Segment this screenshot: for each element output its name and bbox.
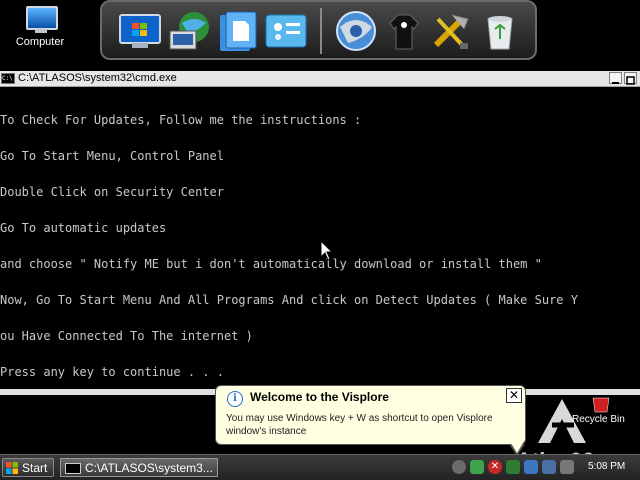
taskbar-item-cmd[interactable]: C:\ATLASOS\system3... bbox=[60, 458, 218, 477]
notification-balloon[interactable]: i Welcome to the Visplore ✕ You may use … bbox=[215, 385, 526, 456]
user-icon[interactable] bbox=[382, 9, 426, 53]
minimize-icon bbox=[612, 82, 619, 84]
cmd-app-icon: C:\ bbox=[1, 73, 15, 84]
info-icon: i bbox=[227, 391, 243, 407]
display-tray-icon[interactable] bbox=[542, 460, 556, 474]
maximize-button[interactable] bbox=[624, 72, 637, 85]
cmd-icon bbox=[65, 463, 81, 474]
balloon-close-button[interactable]: ✕ bbox=[506, 388, 522, 403]
tools-icon[interactable] bbox=[430, 9, 474, 53]
maximize-icon bbox=[626, 76, 635, 85]
dock bbox=[100, 0, 537, 60]
recycle-bin-desktop-icon[interactable] bbox=[590, 395, 612, 413]
taskbar: Start C:\ATLASOS\system3... ✕ 5:08 PM bbox=[0, 454, 640, 480]
web-browser-icon[interactable] bbox=[334, 9, 378, 53]
settings-tray-icon[interactable] bbox=[452, 460, 466, 474]
balloon-message: You may use Windows key + W as shortcut … bbox=[226, 413, 493, 437]
window-title: C:\ATLASOS\system32\cmd.exe bbox=[18, 72, 177, 84]
start-label: Start bbox=[22, 461, 48, 475]
dock-separator bbox=[320, 8, 322, 54]
console-line: Go To automatic updates bbox=[0, 221, 167, 235]
security-tray-icon[interactable] bbox=[470, 460, 484, 474]
console-line: To Check For Updates, Follow me the inst… bbox=[0, 113, 362, 127]
clock[interactable]: 5:08 PM bbox=[588, 461, 625, 472]
mouse-cursor-icon bbox=[320, 240, 334, 261]
desktop-icon-computer[interactable]: Computer bbox=[10, 4, 70, 48]
monitor-tray-icon[interactable] bbox=[524, 460, 538, 474]
balloon-tail-inner bbox=[511, 443, 523, 453]
desktop-icon-label: Computer bbox=[15, 36, 65, 48]
error-tray-icon[interactable]: ✕ bbox=[488, 460, 502, 474]
balloon-title: Welcome to the Visplore bbox=[250, 390, 389, 404]
taskbar-item-label: C:\ATLASOS\system3... bbox=[85, 461, 213, 475]
cmd-titlebar[interactable]: C:\ C:\ATLASOS\system32\cmd.exe bbox=[0, 71, 640, 87]
windows-desktop-icon[interactable] bbox=[118, 9, 162, 53]
console-line: Double Click on Security Center bbox=[0, 185, 224, 199]
internet-globe-icon[interactable] bbox=[168, 9, 212, 53]
minimize-button[interactable] bbox=[609, 72, 622, 84]
recycle-bin-icon[interactable] bbox=[478, 9, 522, 53]
recycle-bin-label[interactable]: Recycle Bin bbox=[572, 414, 625, 425]
documents-icon[interactable] bbox=[216, 9, 260, 53]
network-tray-icon[interactable] bbox=[506, 460, 520, 474]
cmd-window[interactable]: C:\ C:\ATLASOS\system32\cmd.exe To Check… bbox=[0, 71, 640, 395]
volume-tray-icon[interactable] bbox=[560, 460, 574, 474]
console-line: ou Have Connected To The internet ) bbox=[0, 329, 253, 343]
windows-logo-icon bbox=[6, 462, 18, 474]
console-line: Go To Start Menu, Control Panel bbox=[0, 149, 224, 163]
console-line: Now, Go To Start Menu And All Programs A… bbox=[0, 293, 578, 307]
start-button[interactable]: Start bbox=[2, 458, 54, 477]
system-tray: ✕ 5:08 PM bbox=[448, 457, 638, 478]
control-panel-icon[interactable] bbox=[264, 9, 308, 53]
computer-icon bbox=[23, 4, 58, 34]
console-line: Press any key to continue . . . bbox=[0, 365, 224, 379]
